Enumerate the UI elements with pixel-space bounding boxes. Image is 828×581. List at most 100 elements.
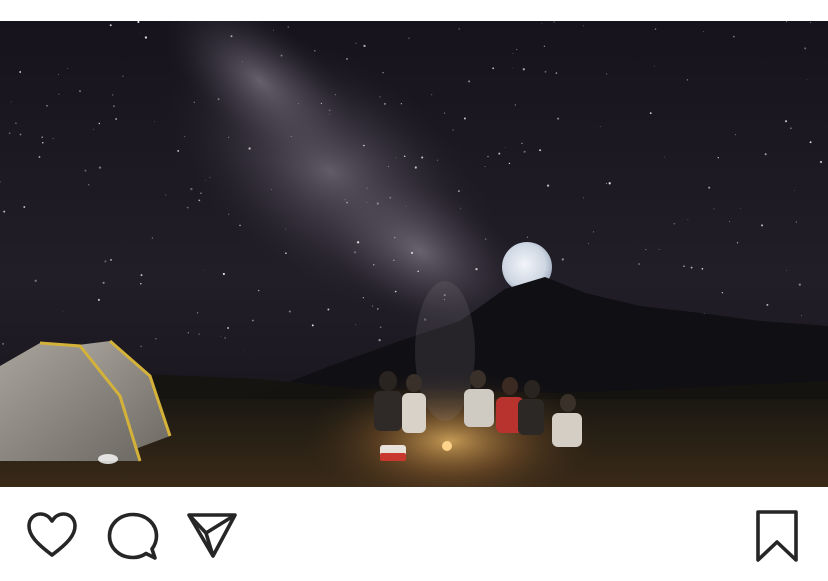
star <box>512 67 514 69</box>
star <box>721 292 724 294</box>
star <box>328 114 330 115</box>
star <box>19 71 22 73</box>
star <box>790 127 792 129</box>
star <box>468 80 471 83</box>
star <box>3 210 6 213</box>
star <box>140 274 143 277</box>
star <box>239 224 241 227</box>
star <box>257 289 260 292</box>
campfire <box>442 441 452 451</box>
star <box>457 190 460 193</box>
star <box>242 61 244 63</box>
star <box>701 267 704 270</box>
paper-plane-icon[interactable] <box>186 511 238 559</box>
star <box>522 68 525 71</box>
star <box>649 112 652 114</box>
star <box>708 186 711 189</box>
star <box>492 67 495 70</box>
star <box>810 22 811 24</box>
star <box>209 177 211 178</box>
star <box>224 337 226 339</box>
star <box>421 156 424 159</box>
star <box>344 199 346 201</box>
star <box>809 141 812 144</box>
star <box>387 165 390 168</box>
star <box>458 28 460 30</box>
star <box>394 290 397 293</box>
star <box>52 137 54 139</box>
star <box>393 259 395 261</box>
star <box>798 283 801 286</box>
star <box>378 339 381 342</box>
star <box>673 222 676 225</box>
star <box>198 333 200 335</box>
star <box>97 298 100 301</box>
star <box>285 252 287 254</box>
star <box>327 308 330 311</box>
star <box>713 208 715 210</box>
star <box>92 128 94 130</box>
star <box>230 35 233 38</box>
star <box>526 236 528 238</box>
star <box>523 150 526 153</box>
star <box>376 308 379 310</box>
star <box>553 21 555 23</box>
star <box>587 243 589 244</box>
star <box>362 296 365 299</box>
star <box>177 149 180 152</box>
star <box>786 21 788 23</box>
star <box>287 26 289 28</box>
star <box>363 44 366 48</box>
post-photo[interactable] <box>0 21 828 487</box>
star <box>366 187 368 189</box>
star <box>658 249 660 250</box>
star <box>98 122 100 125</box>
star <box>608 182 611 185</box>
star <box>356 241 360 244</box>
star <box>98 166 102 169</box>
star <box>196 312 199 314</box>
star <box>514 104 517 106</box>
star <box>703 30 704 32</box>
star <box>354 251 357 254</box>
star <box>204 180 206 181</box>
star <box>690 266 693 269</box>
star <box>599 126 601 127</box>
star <box>46 104 48 107</box>
star <box>110 259 112 261</box>
star <box>320 102 322 104</box>
star <box>366 201 368 203</box>
star <box>760 224 764 227</box>
star <box>67 68 69 69</box>
star <box>539 149 542 152</box>
star <box>187 332 189 334</box>
star <box>42 142 44 144</box>
star <box>15 122 17 125</box>
star <box>794 190 795 192</box>
star <box>405 205 407 207</box>
star <box>582 25 584 27</box>
heart-outline-icon[interactable] <box>26 511 78 559</box>
star <box>139 282 142 285</box>
star <box>508 162 511 165</box>
star <box>414 166 417 169</box>
star <box>34 279 37 282</box>
bookmark-outline-icon[interactable] <box>752 509 802 563</box>
star <box>2 343 4 345</box>
star <box>786 270 788 271</box>
speech-bubble-icon[interactable] <box>107 511 159 563</box>
star <box>346 201 348 204</box>
star <box>443 112 446 114</box>
star <box>504 147 506 149</box>
star <box>280 54 283 57</box>
star <box>555 72 558 74</box>
star <box>84 169 87 172</box>
star <box>122 75 124 77</box>
star <box>417 270 420 273</box>
star <box>288 310 291 313</box>
star <box>228 213 230 215</box>
star <box>654 65 656 67</box>
star <box>227 327 229 329</box>
star <box>271 189 272 190</box>
star <box>137 21 140 24</box>
